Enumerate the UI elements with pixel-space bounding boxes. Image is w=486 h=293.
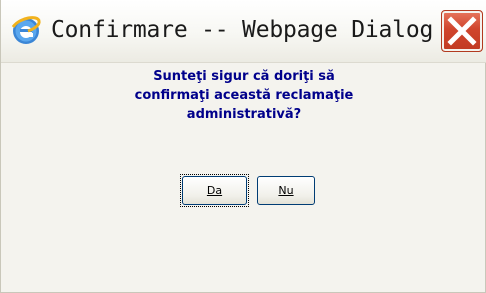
window-title: Confirmare -- Webpage Dialog (51, 17, 434, 43)
close-button[interactable] (441, 10, 483, 52)
no-button[interactable]: Nu (257, 176, 315, 205)
message-line: Sunteţi sigur că doriţi să (153, 69, 335, 84)
internet-explorer-icon (10, 15, 42, 47)
yes-button[interactable]: Da (180, 174, 249, 207)
yes-button-label: Da (206, 184, 223, 197)
dialog-window: Confirmare -- Webpage Dialog Sunteţi sig… (0, 0, 486, 293)
confirmation-message: Sunteţi sigur că doriţi să confirmaţi ac… (1, 67, 486, 124)
message-line: administrativă? (186, 107, 302, 122)
dialog-content: Sunteţi sigur că doriţi să confirmaţi ac… (1, 63, 486, 292)
no-button-label: Nu (278, 184, 294, 197)
message-line: confirmaţi această reclamaţie (134, 88, 354, 103)
title-bar[interactable]: Confirmare -- Webpage Dialog (1, 0, 486, 63)
